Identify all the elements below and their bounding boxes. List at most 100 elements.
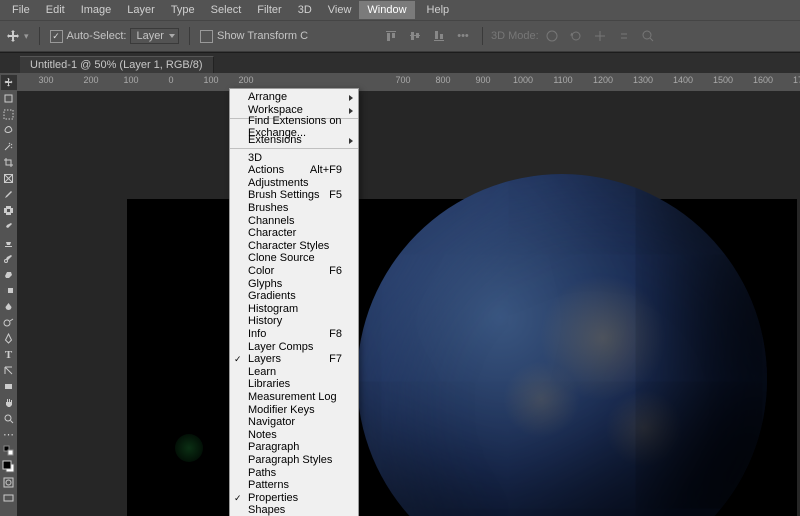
wand-tool[interactable]	[1, 139, 17, 154]
ruler-tick: 700	[395, 75, 410, 85]
menu-item-character[interactable]: Character	[230, 227, 358, 240]
ruler-tick: 1700	[793, 75, 800, 85]
edit-toolbar[interactable]: ⋯	[1, 427, 17, 442]
auto-select-checkbox[interactable]	[50, 30, 63, 43]
menu-type[interactable]: Type	[163, 1, 203, 19]
hand-tool[interactable]	[1, 395, 17, 410]
lasso-tool[interactable]	[1, 123, 17, 138]
menu-item-color[interactable]: ColorF6	[230, 265, 358, 278]
menu-item-workspace[interactable]: Workspace	[230, 104, 358, 117]
menu-item-shapes[interactable]: Shapes	[230, 504, 358, 516]
menu-item-paragraph-styles[interactable]: Paragraph Styles	[230, 454, 358, 467]
menu-item-clone-source[interactable]: Clone Source	[230, 252, 358, 265]
pan3d-icon[interactable]	[589, 26, 611, 46]
fg-bg-colors[interactable]	[1, 459, 17, 474]
menu-edit[interactable]: Edit	[38, 1, 73, 19]
menu-item-modifier-keys[interactable]: Modifier Keys	[230, 403, 358, 416]
menu-item-histogram[interactable]: Histogram	[230, 303, 358, 316]
menu-item-libraries[interactable]: Libraries	[230, 378, 358, 391]
marquee-tool[interactable]	[1, 107, 17, 122]
canvas[interactable]	[127, 199, 797, 516]
slide3d-icon[interactable]	[613, 26, 635, 46]
menu-select[interactable]: Select	[203, 1, 250, 19]
align-middle-icon[interactable]	[404, 26, 426, 46]
roll3d-icon[interactable]	[565, 26, 587, 46]
menu-item-patterns[interactable]: Patterns	[230, 479, 358, 492]
gradient-tool[interactable]	[1, 283, 17, 298]
menu-item-label: History	[248, 315, 282, 327]
menu-image[interactable]: Image	[73, 1, 120, 19]
ruler-tick: 100	[123, 75, 138, 85]
swap-colors[interactable]	[1, 443, 17, 458]
menu-item-3d[interactable]: 3D	[230, 151, 358, 164]
mode3d-label: 3D Mode:	[491, 30, 539, 42]
menu-item-arrange[interactable]: Arrange	[230, 91, 358, 104]
crop-tool[interactable]	[1, 155, 17, 170]
document-tab[interactable]: Untitled-1 @ 50% (Layer 1, RGB/8)	[20, 56, 214, 73]
history-brush-tool[interactable]	[1, 251, 17, 266]
stamp-tool[interactable]	[1, 235, 17, 250]
menu-item-info[interactable]: InfoF8	[230, 328, 358, 341]
menu-item-gradients[interactable]: Gradients	[230, 290, 358, 303]
path-tool[interactable]	[1, 363, 17, 378]
menu-item-learn[interactable]: Learn	[230, 365, 358, 378]
ruler-tick: 1400	[673, 75, 693, 85]
menu-item-label: Measurement Log	[248, 391, 337, 403]
menu-3d[interactable]: 3D	[290, 1, 320, 19]
menu-item-actions[interactable]: ActionsAlt+F9	[230, 164, 358, 177]
menu-item-label: Character	[248, 227, 296, 239]
menu-item-paragraph[interactable]: Paragraph	[230, 441, 358, 454]
show-transform-checkbox[interactable]	[200, 30, 213, 43]
menu-item-label: Modifier Keys	[248, 404, 315, 416]
auto-select-label: Auto-Select:	[67, 30, 127, 42]
menu-item-find-extensions-on-exchange[interactable]: Find Extensions on Exchange...	[230, 121, 358, 134]
menu-layer[interactable]: Layer	[119, 1, 163, 19]
menu-item-label: Shapes	[248, 504, 285, 516]
pen-tool[interactable]	[1, 331, 17, 346]
canvas-area[interactable]	[17, 91, 800, 516]
menu-item-properties[interactable]: Properties	[230, 491, 358, 504]
move-tool[interactable]	[1, 75, 17, 90]
menu-item-character-styles[interactable]: Character Styles	[230, 240, 358, 253]
screenmode-tool[interactable]	[1, 491, 17, 506]
more-options-icon[interactable]: •••	[452, 26, 474, 46]
eraser-tool[interactable]	[1, 267, 17, 282]
healing-tool[interactable]	[1, 203, 17, 218]
menu-item-label: Adjustments	[248, 177, 309, 189]
align-top-icon[interactable]	[380, 26, 402, 46]
orbit3d-icon[interactable]	[541, 26, 563, 46]
quickmask-tool[interactable]	[1, 475, 17, 490]
dodge-tool[interactable]	[1, 315, 17, 330]
zoom3d-icon[interactable]	[637, 26, 659, 46]
artboard-tool[interactable]	[1, 91, 17, 106]
menu-item-glyphs[interactable]: Glyphs	[230, 277, 358, 290]
blur-tool[interactable]	[1, 299, 17, 314]
menu-filter[interactable]: Filter	[249, 1, 289, 19]
eyedropper-tool[interactable]	[1, 187, 17, 202]
menu-item-adjustments[interactable]: Adjustments	[230, 177, 358, 190]
menu-item-layer-comps[interactable]: Layer Comps	[230, 340, 358, 353]
menu-item-channels[interactable]: Channels	[230, 214, 358, 227]
menu-file[interactable]: File	[4, 1, 38, 19]
menu-item-brush-settings[interactable]: Brush SettingsF5	[230, 189, 358, 202]
frame-tool[interactable]	[1, 171, 17, 186]
menu-item-layers[interactable]: LayersF7	[230, 353, 358, 366]
auto-select-dropdown[interactable]: Layer	[130, 28, 179, 44]
menu-item-paths[interactable]: Paths	[230, 466, 358, 479]
menu-item-label: Notes	[248, 429, 277, 441]
menu-help[interactable]: Help	[419, 1, 458, 19]
align-bottom-icon[interactable]	[428, 26, 450, 46]
zoom-tool[interactable]	[1, 411, 17, 426]
menu-item-notes[interactable]: Notes	[230, 428, 358, 441]
menu-item-navigator[interactable]: Navigator	[230, 416, 358, 429]
rectangle-tool[interactable]	[1, 379, 17, 394]
menu-view[interactable]: View	[320, 1, 360, 19]
menu-item-brushes[interactable]: Brushes	[230, 202, 358, 215]
menu-window[interactable]: Window	[359, 1, 414, 19]
type-tool[interactable]: T	[1, 347, 17, 362]
menu-item-extensions[interactable]: Extensions	[230, 134, 358, 147]
brush-tool[interactable]	[1, 219, 17, 234]
menu-item-label: Paths	[248, 467, 276, 479]
menu-item-measurement-log[interactable]: Measurement Log	[230, 391, 358, 404]
menu-item-history[interactable]: History	[230, 315, 358, 328]
